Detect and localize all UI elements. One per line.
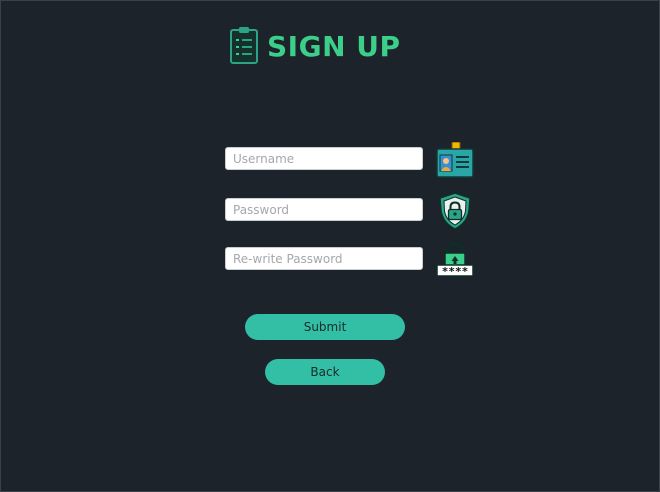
window-frame (0, 0, 660, 492)
page-header: SIGN UP (229, 26, 401, 68)
shield-lock-icon (438, 192, 472, 234)
password-mask-text: **** (442, 265, 469, 277)
id-card-icon (436, 141, 474, 182)
page-title: SIGN UP (267, 30, 401, 63)
back-button[interactable]: Back (265, 359, 385, 385)
padlock-password-icon: **** (436, 241, 474, 281)
password-input[interactable] (225, 198, 423, 221)
submit-button[interactable]: Submit (245, 314, 405, 340)
clipboard-checklist-icon (229, 26, 259, 68)
username-input[interactable] (225, 147, 423, 170)
rewrite-password-input[interactable] (225, 247, 423, 270)
